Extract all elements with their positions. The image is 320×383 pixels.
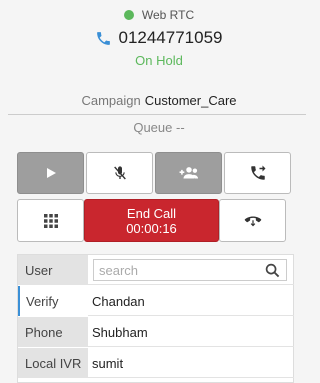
queue-label: Queue [133,120,173,135]
hangup-button[interactable] [219,199,286,242]
campaign-value: Customer_Care [144,93,237,108]
details-row-value: Chandan [92,293,145,309]
add-group-icon [179,167,198,179]
end-call-label: End Call [126,205,177,221]
search-field[interactable] [93,259,287,281]
call-number-row: 01244771059 [0,28,318,48]
status-dot-icon [123,10,134,20]
details-row-value: Shubham [92,324,148,340]
transfer-button[interactable] [224,152,291,194]
details-row[interactable]: Phone Shubham [18,317,294,347]
hangup-icon [244,216,261,226]
details-row-label: Verify [18,286,88,316]
call-timer: 00:00:16 [126,220,177,236]
mic-off-icon [113,166,126,180]
details-row-label: Local IVR [18,348,88,378]
phone-icon [97,31,111,45]
campaign-label: Campaign [81,93,141,108]
dialpad-button[interactable] [17,199,84,242]
campaign-row: Campaign Customer_Care [0,93,318,108]
search-input[interactable] [99,262,259,278]
search-icon[interactable] [265,263,280,278]
call-number: 01244771059 [118,28,223,47]
details-row-value: sumit [92,355,124,371]
details-panel: User Verify Chandan Phone Shubham Local … [17,254,294,383]
divider [8,114,306,115]
call-state: On Hold [135,53,183,68]
play-button[interactable] [17,152,84,194]
details-row[interactable]: Verify Chandan [18,286,294,316]
details-row-label: User [18,255,88,285]
details-row-label: Phone [18,317,88,347]
details-row[interactable]: Local IVR sumit [18,348,294,378]
connection-status: Web RTC [0,8,318,22]
call-forward-icon [250,165,265,180]
queue-row: Queue -- [0,120,318,135]
mute-button[interactable] [86,152,153,194]
details-row: User [18,255,294,285]
conference-button[interactable] [155,152,222,194]
end-call-button[interactable]: End Call 00:00:16 [84,199,219,242]
play-icon [46,168,56,178]
dialpad-icon [43,213,58,228]
connection-status-label: Web RTC [141,8,195,22]
queue-value: -- [176,120,185,135]
